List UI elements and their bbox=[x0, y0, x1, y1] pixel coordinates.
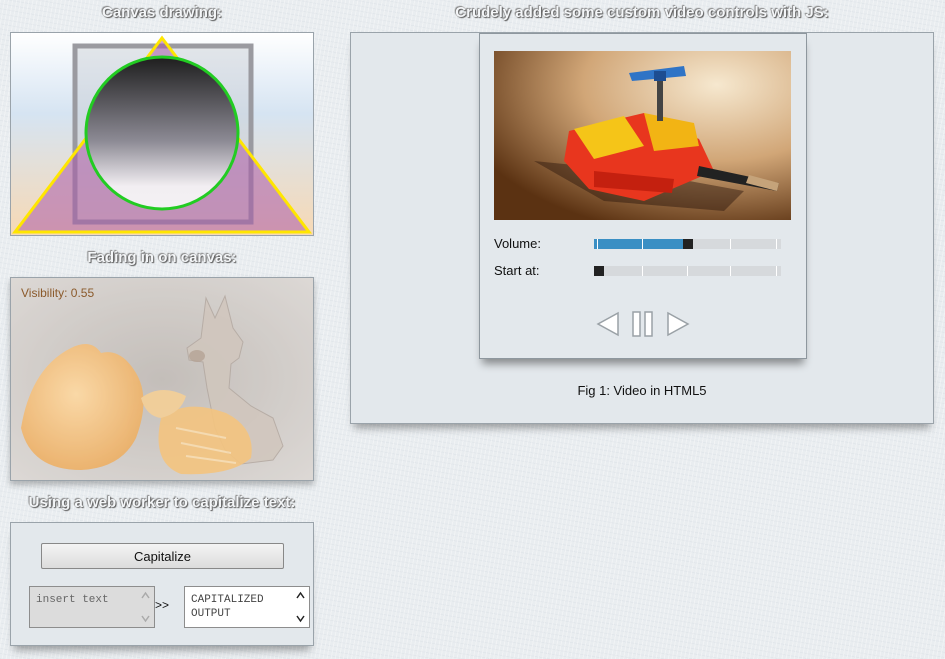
input-textarea[interactable]: insert text bbox=[29, 586, 155, 628]
input-placeholder: insert text bbox=[36, 594, 109, 606]
worker-heading: Using a web worker to capitalize text: bbox=[28, 494, 296, 511]
volume-knob[interactable] bbox=[683, 239, 693, 249]
pause-icon[interactable] bbox=[630, 310, 656, 338]
slider-tick bbox=[597, 239, 598, 249]
video-caption: Fig 1: Video in HTML5 bbox=[577, 383, 707, 398]
slider-tick bbox=[776, 266, 777, 276]
dog-oranges-image bbox=[11, 278, 313, 480]
start-at-label: Start at: bbox=[494, 263, 540, 278]
previous-icon[interactable] bbox=[595, 311, 621, 337]
volume-slider[interactable] bbox=[594, 239, 781, 249]
video-heading: Crudely added some custom video controls… bbox=[455, 4, 829, 21]
slider-tick bbox=[642, 266, 643, 276]
start-at-knob[interactable] bbox=[594, 266, 604, 276]
output-scrollbar[interactable] bbox=[294, 589, 307, 625]
video-panel: Volume: Start at: Fig 1: Video in HTML5 bbox=[350, 32, 934, 424]
lego-helicopter-image bbox=[494, 51, 791, 220]
output-textarea[interactable]: CAPITALIZED OUTPUT bbox=[184, 586, 310, 628]
visibility-label: Visibility: 0.55 bbox=[21, 286, 95, 300]
video-frame[interactable] bbox=[494, 51, 791, 220]
input-scrollbar[interactable] bbox=[139, 589, 152, 625]
slider-tick bbox=[776, 239, 777, 249]
fading-heading: Fading in on canvas: bbox=[87, 249, 237, 266]
volume-label: Volume: bbox=[494, 236, 541, 251]
fading-canvas: Visibility: 0.55 bbox=[10, 277, 314, 481]
canvas-drawing-heading: Canvas drawing: bbox=[101, 4, 223, 21]
green-circle bbox=[84, 55, 240, 211]
output-value: CAPITALIZED OUTPUT bbox=[191, 594, 264, 620]
canvas-drawing bbox=[10, 32, 314, 236]
worker-panel: Capitalize insert text >> CAPITALIZED OU… bbox=[10, 522, 314, 646]
canvas-drawing-art bbox=[11, 33, 313, 235]
next-icon[interactable] bbox=[665, 311, 691, 337]
arrow-text: >> bbox=[155, 598, 170, 612]
slider-tick bbox=[687, 266, 688, 276]
video-player: Volume: Start at: bbox=[479, 33, 807, 359]
slider-tick bbox=[730, 239, 731, 249]
capitalize-button[interactable]: Capitalize bbox=[41, 543, 284, 569]
slider-tick bbox=[730, 266, 731, 276]
slider-tick bbox=[642, 239, 643, 249]
volume-fill bbox=[594, 239, 683, 249]
start-at-slider[interactable] bbox=[594, 266, 781, 276]
